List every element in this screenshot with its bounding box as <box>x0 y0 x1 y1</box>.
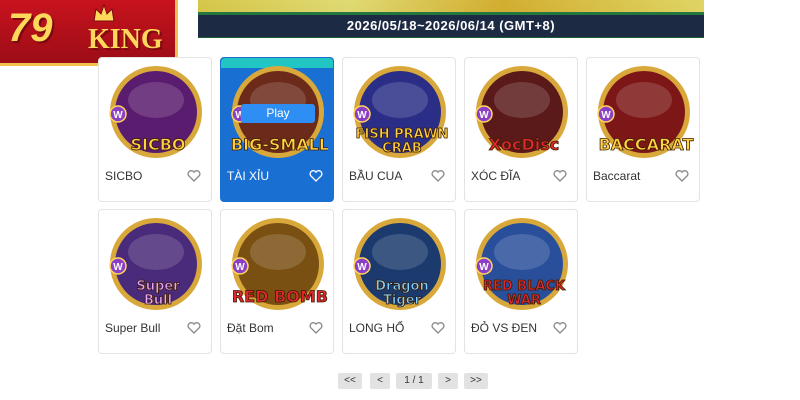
game-label: Baccarat <box>593 169 641 183</box>
game-art-title: FISH PRAWN <box>356 127 449 142</box>
favorite-heart-icon[interactable] <box>431 322 445 334</box>
game-art-title: CRAB <box>382 141 422 156</box>
svg-text:W: W <box>357 110 367 121</box>
play-button[interactable]: Play <box>241 104 315 123</box>
game-art-title: BACCARAT <box>599 135 694 154</box>
promo-banner[interactable]: 2026/05/18~2026/06/14 (GMT+8) <box>198 0 704 38</box>
game-label: ĐỎ VS ĐEN <box>471 321 538 335</box>
game-art-title: Super <box>136 279 180 294</box>
svg-text:W: W <box>113 262 123 273</box>
game-art-title: SICBO <box>130 135 185 154</box>
game-card[interactable]: W RED BLACK WAR ĐỎ VS ĐEN <box>464 209 578 354</box>
game-art-title: Dragon <box>375 279 428 294</box>
game-thumbnail[interactable]: W XocDisc <box>472 64 572 164</box>
favorite-heart-icon[interactable] <box>187 322 201 334</box>
game-label: Super Bull <box>105 321 161 335</box>
game-thumbnail[interactable]: W FISH PRAWNCRAB <box>350 64 450 164</box>
svg-text:W: W <box>479 262 489 273</box>
game-card[interactable]: W BIG-SMALL Play TÀI XỈU <box>220 57 334 202</box>
game-card[interactable]: W Super Bull Super Bull <box>98 209 212 354</box>
favorite-heart-icon[interactable] <box>553 322 567 334</box>
game-art-title: RED BOMB <box>232 287 328 306</box>
crown-icon <box>93 3 115 22</box>
game-card[interactable]: W SICBO SICBO <box>98 57 212 202</box>
game-label: XÓC ĐĨA <box>471 169 521 183</box>
game-art-title: BIG-SMALL <box>231 135 328 154</box>
game-thumbnail[interactable]: W SICBO <box>106 64 206 164</box>
favorite-heart-icon[interactable] <box>553 170 567 182</box>
game-thumbnail[interactable]: W SuperBull <box>106 216 206 316</box>
game-label: Đặt Bom <box>227 321 274 335</box>
svg-text:W: W <box>235 262 245 273</box>
game-art-title: RED BLACK <box>483 279 566 294</box>
game-thumbnail[interactable]: W RED BOMB <box>228 216 328 316</box>
svg-text:W: W <box>601 110 611 121</box>
favorite-heart-icon[interactable] <box>675 170 689 182</box>
svg-text:W: W <box>357 262 367 273</box>
game-art-title: Bull <box>144 293 172 308</box>
banner-decoration <box>198 0 704 12</box>
game-thumbnail[interactable]: W DragonTiger <box>350 216 450 316</box>
first-page-button[interactable]: << <box>338 373 362 389</box>
logo-word: KING <box>88 24 163 55</box>
favorite-heart-icon[interactable] <box>309 170 323 182</box>
game-card[interactable]: W RED BOMB Đặt Bom <box>220 209 334 354</box>
last-page-button[interactable]: >> <box>464 373 488 389</box>
game-art-title: Tiger <box>383 293 421 308</box>
promo-dates: 2026/05/18~2026/06/14 (GMT+8) <box>198 15 704 37</box>
game-card[interactable]: W XocDisc XÓC ĐĨA <box>464 57 578 202</box>
game-label: LONG HỔ <box>349 321 405 335</box>
logo-number: 79 <box>8 6 53 50</box>
svg-text:W: W <box>113 110 123 121</box>
favorite-heart-icon[interactable] <box>309 322 323 334</box>
svg-text:W: W <box>479 110 489 121</box>
favorite-heart-icon[interactable] <box>187 170 201 182</box>
game-card[interactable]: W BACCARAT Baccarat <box>586 57 700 202</box>
game-label: BẦU CUA <box>349 169 403 183</box>
game-thumbnail[interactable]: W RED BLACKWAR <box>472 216 572 316</box>
next-page-button[interactable]: > <box>438 373 458 389</box>
game-card[interactable]: W Dragon Tiger LONG HỔ <box>342 209 456 354</box>
game-label: SICBO <box>105 169 143 183</box>
game-thumbnail[interactable]: W BACCARAT <box>594 64 694 164</box>
game-label: TÀI XỈU <box>227 169 270 183</box>
favorite-heart-icon[interactable] <box>431 170 445 182</box>
game-art-title: WAR <box>507 293 541 308</box>
prev-page-button[interactable]: < <box>370 373 390 389</box>
game-art-title: XocDisc <box>489 135 560 154</box>
page-indicator: 1 / 1 <box>396 373 432 389</box>
game-card[interactable]: W FISH PRAWN CRAB BẦU CUA <box>342 57 456 202</box>
